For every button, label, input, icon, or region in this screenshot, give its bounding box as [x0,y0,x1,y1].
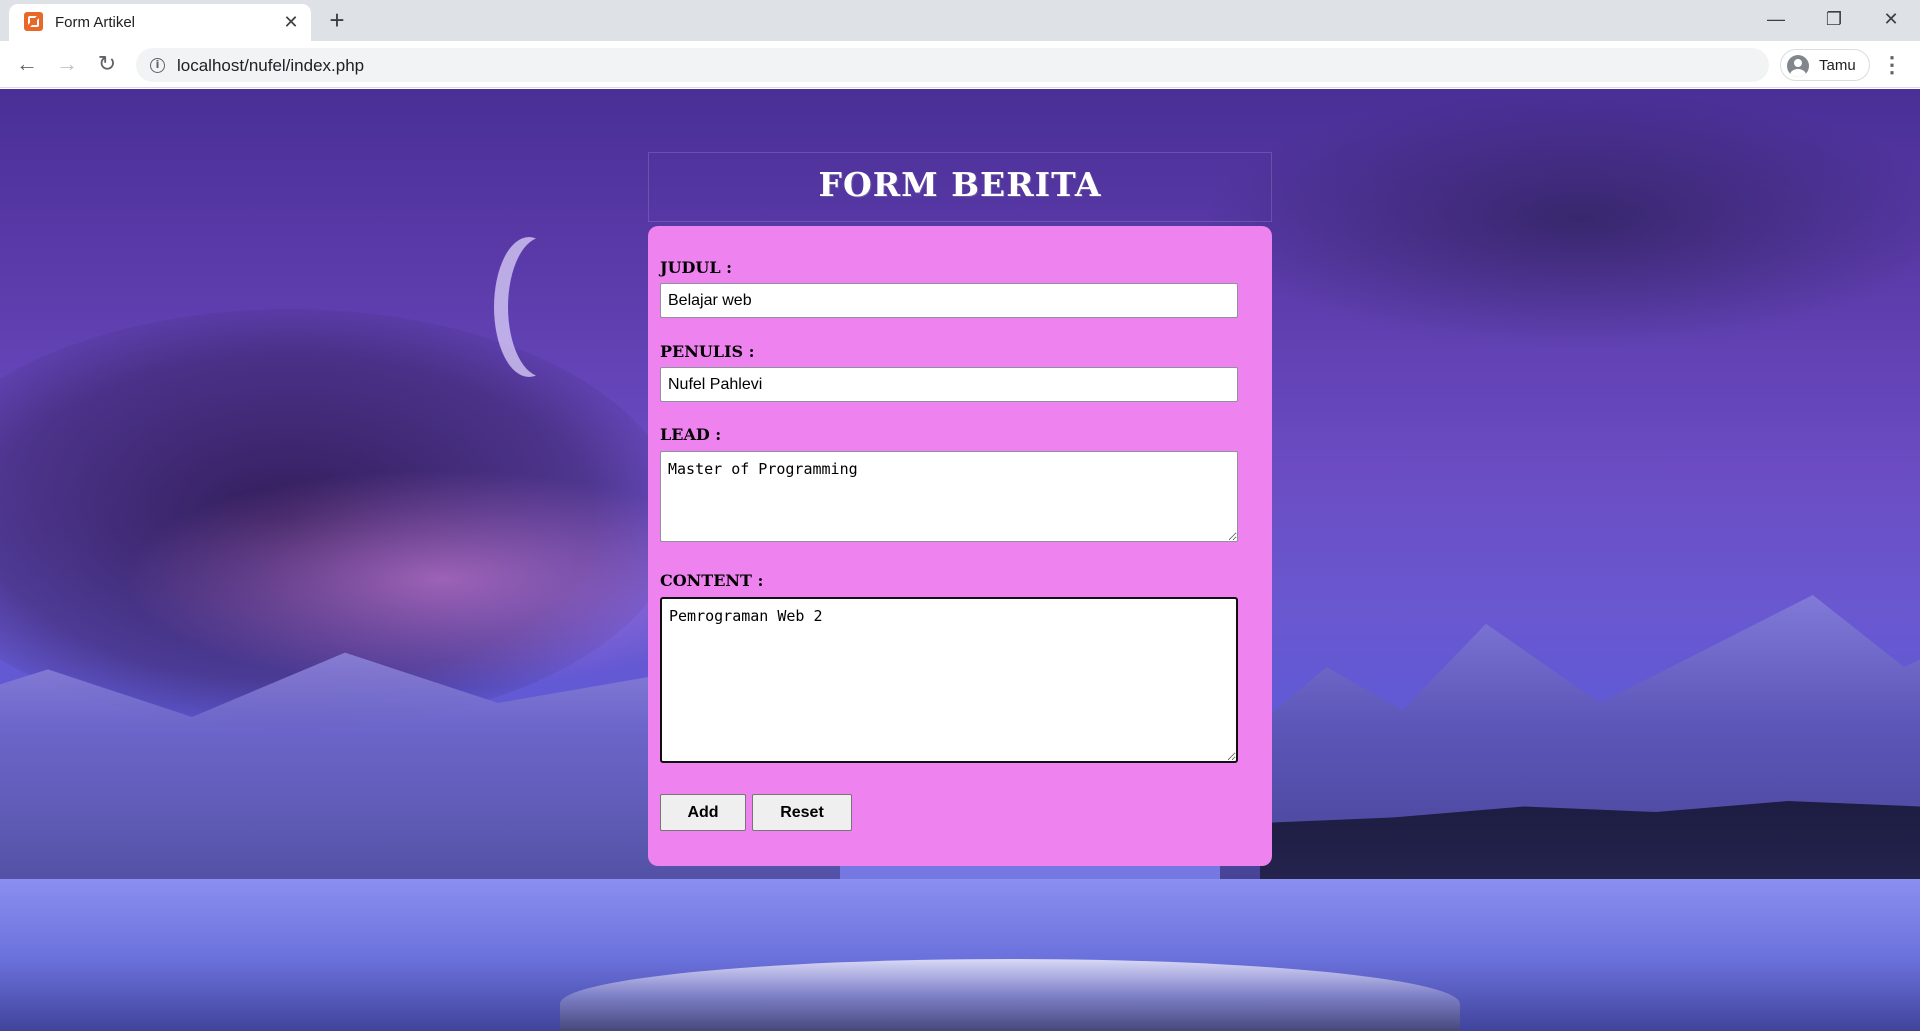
url-text[interactable]: localhost/nufel/index.php [177,56,364,76]
new-tab-button[interactable]: + [324,7,350,33]
add-button[interactable]: Add [660,794,746,831]
reload-button[interactable]: ↻ [92,49,122,79]
forward-button[interactable]: → [52,49,82,79]
lead-label: LEAD : [660,425,722,444]
moon-image [508,237,578,377]
browser-tab[interactable]: Form Artikel ✕ [9,4,311,41]
minimize-button[interactable]: — [1761,4,1791,34]
penulis-label: PENULIS : [660,342,755,361]
news-form: JUDUL : PENULIS : LEAD : Master of Progr… [648,226,1272,866]
xampp-favicon-icon [24,12,43,31]
content-label: CONTENT : [660,571,764,590]
judul-label: JUDUL : [660,258,733,277]
form-header: FORM BERITA [648,152,1272,222]
penulis-input[interactable] [660,367,1238,402]
tab-bar: Form Artikel ✕ + — ❐ ✕ [0,0,1920,41]
site-info-icon[interactable]: i [150,58,165,73]
browser-toolbar: ← → ↻ i localhost/nufel/index.php Tamu ⋮ [0,41,1920,88]
close-tab-icon[interactable]: ✕ [281,12,301,32]
profile-name: Tamu [1819,57,1856,74]
back-button[interactable]: ← [12,49,42,79]
reset-button[interactable]: Reset [752,794,852,831]
page-title: FORM BERITA [818,165,1102,204]
judul-input[interactable] [660,283,1238,318]
page-viewport: FORM BERITA JUDUL : PENULIS : LEAD : Mas… [0,89,1920,1031]
address-bar[interactable]: i localhost/nufel/index.php [136,48,1769,82]
lead-textarea[interactable]: Master of Programming [660,451,1238,542]
close-window-button[interactable]: ✕ [1876,4,1906,34]
browser-menu-icon[interactable]: ⋮ [1880,51,1904,79]
profile-button[interactable]: Tamu [1780,49,1870,81]
avatar-icon [1787,55,1809,77]
tab-title: Form Artikel [55,14,136,31]
background-cloud [1200,89,1920,349]
restore-button[interactable]: ❐ [1819,4,1849,34]
content-textarea[interactable]: Pemrograman Web 2 [660,597,1238,763]
